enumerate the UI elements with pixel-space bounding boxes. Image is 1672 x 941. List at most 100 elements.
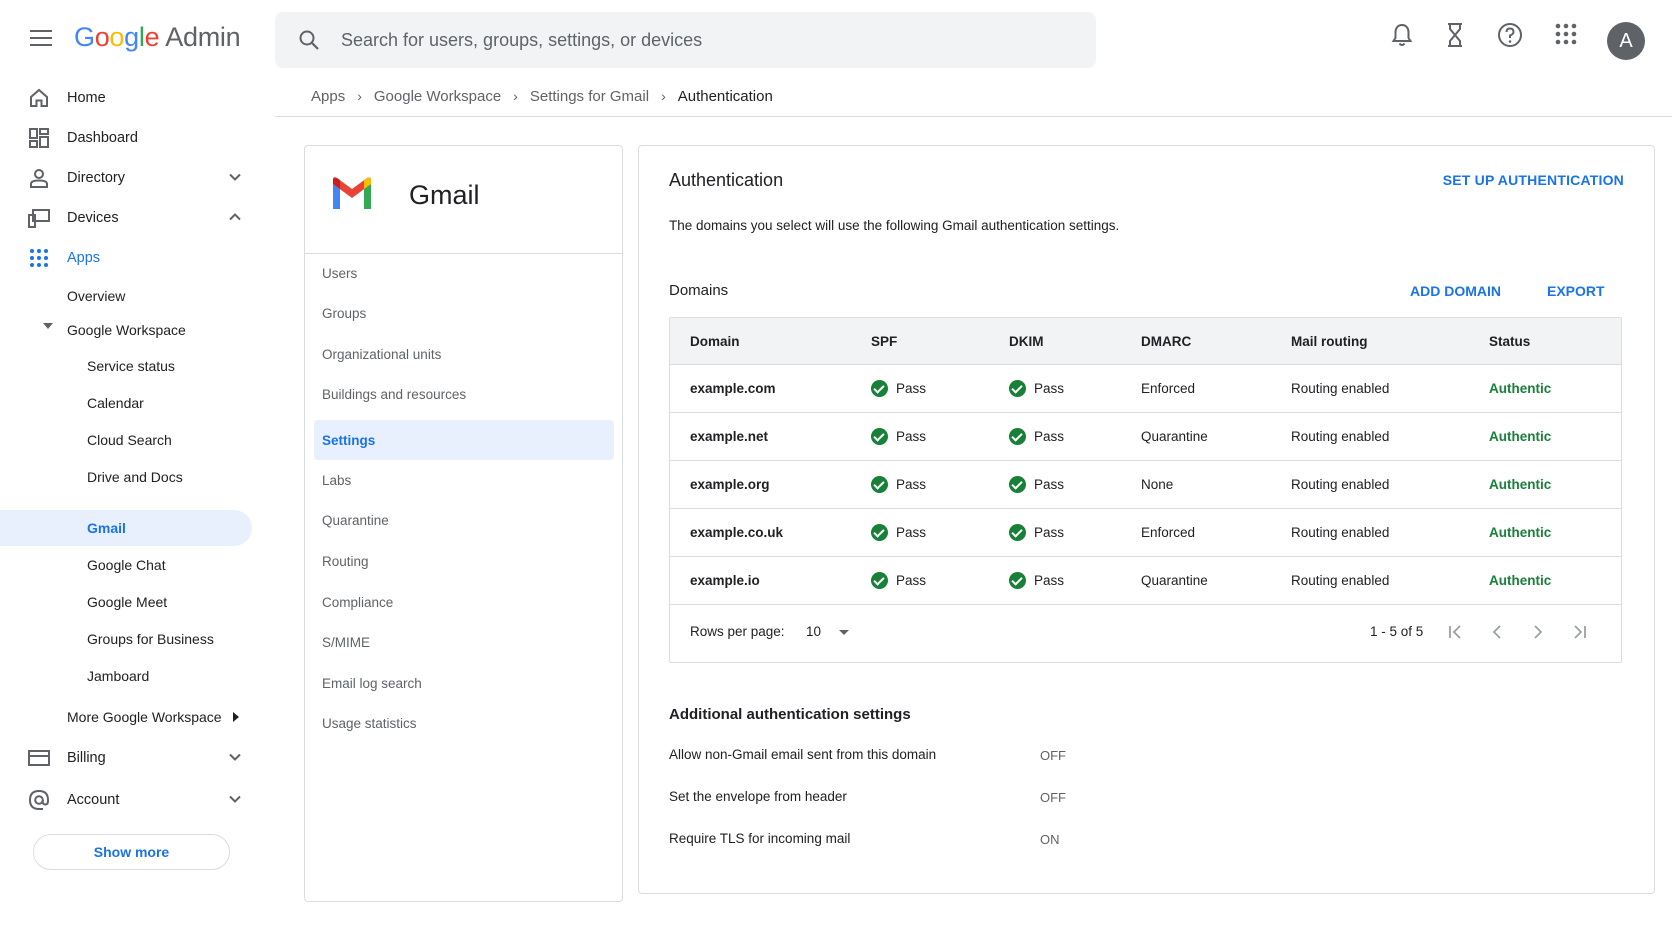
gmail-menu-users[interactable]: Users	[322, 266, 357, 281]
sidebar-item-drive-and-docs[interactable]: Drive and Docs	[87, 459, 183, 495]
sidebar: Home Dashboard Directory Devices Apps Ov…	[0, 80, 260, 941]
column-header-status[interactable]: Status	[1489, 334, 1530, 349]
gmail-menu-quarantine[interactable]: Quarantine	[322, 513, 389, 528]
gmail-menu-smime[interactable]: S/MIME	[322, 635, 370, 650]
cell-domain: example.io	[690, 573, 760, 588]
gmail-menu-buildings[interactable]: Buildings and resources	[322, 387, 466, 402]
column-header-dmarc[interactable]: DMARC	[1141, 334, 1191, 349]
dashboard-icon	[29, 128, 49, 148]
apps-grid-icon[interactable]	[1554, 22, 1578, 46]
sidebar-item-google-workspace[interactable]: Google Workspace	[67, 312, 186, 348]
main-menu-icon[interactable]	[30, 30, 52, 48]
sidebar-item-google-chat[interactable]: Google Chat	[87, 547, 166, 583]
last-page-icon[interactable]	[1569, 621, 1591, 643]
next-page-icon[interactable]	[1527, 621, 1549, 643]
notifications-bell-icon[interactable]	[1390, 22, 1414, 48]
gmail-panel-header: Gmail	[305, 146, 622, 254]
check-circle-icon	[1009, 428, 1026, 445]
sidebar-item-home[interactable]: Home	[0, 80, 252, 116]
table-row[interactable]: example.org Pass Pass None Routing enabl…	[670, 461, 1621, 509]
account-avatar[interactable]: A	[1607, 22, 1645, 60]
show-more-button[interactable]: Show more	[33, 834, 230, 870]
sidebar-item-billing[interactable]: Billing	[0, 740, 252, 776]
person-icon	[30, 169, 48, 188]
help-icon[interactable]	[1497, 22, 1523, 48]
gmail-menu-org-units[interactable]: Organizational units	[322, 347, 441, 362]
breadcrumb: Apps › Google Workspace › Settings for G…	[311, 86, 773, 106]
check-circle-icon	[1009, 380, 1026, 397]
sidebar-item-cloud-search[interactable]: Cloud Search	[87, 422, 172, 458]
breadcrumb-apps[interactable]: Apps	[311, 88, 345, 105]
domains-table: Domain SPF DKIM DMARC Mail routing Statu…	[669, 317, 1622, 663]
sidebar-item-service-status[interactable]: Service status	[87, 348, 175, 384]
gmail-menu-labs[interactable]: Labs	[322, 473, 351, 488]
column-header-spf[interactable]: SPF	[871, 334, 897, 349]
sidebar-item-devices[interactable]: Devices	[0, 200, 252, 236]
sidebar-item-gmail[interactable]: Gmail	[87, 510, 126, 546]
cell-mail-routing: Routing enabled	[1291, 381, 1390, 396]
setting-value-allow-non-gmail[interactable]: OFF	[1040, 748, 1066, 763]
cell-status: Authentic	[1489, 429, 1552, 444]
sidebar-item-overview[interactable]: Overview	[67, 278, 125, 314]
sidebar-label-account: Account	[67, 792, 120, 808]
sidebar-item-account[interactable]: Account	[0, 782, 252, 818]
breadcrumb-settings-for-gmail[interactable]: Settings for Gmail	[530, 88, 649, 105]
gmail-menu-email-log-search[interactable]: Email log search	[322, 676, 422, 691]
check-circle-icon	[1009, 476, 1026, 493]
credit-card-icon	[28, 750, 50, 766]
setting-value-require-tls[interactable]: ON	[1040, 832, 1060, 847]
sidebar-item-more-google-workspace[interactable]: More Google Workspace	[67, 699, 222, 735]
cell-status: Authentic	[1489, 477, 1552, 492]
search-input[interactable]	[341, 12, 1061, 68]
table-row[interactable]: example.io Pass Pass Quarantine Routing …	[670, 557, 1621, 605]
first-page-icon[interactable]	[1444, 621, 1466, 643]
check-circle-icon	[871, 476, 888, 493]
previous-page-icon[interactable]	[1486, 621, 1508, 643]
sidebar-item-jamboard[interactable]: Jamboard	[87, 658, 149, 694]
authentication-title: Authentication	[669, 170, 784, 190]
add-domain-button[interactable]: ADD DOMAIN	[1410, 283, 1501, 299]
setting-label-envelope-from: Set the envelope from header	[669, 789, 847, 804]
triangle-down-icon[interactable]	[43, 323, 53, 331]
gmail-menu-groups[interactable]: Groups	[322, 306, 366, 321]
chevron-down-icon[interactable]	[228, 750, 242, 764]
tasks-hourglass-icon[interactable]	[1444, 22, 1466, 48]
chevron-up-icon[interactable]	[228, 210, 242, 224]
sidebar-item-dashboard[interactable]: Dashboard	[0, 120, 252, 156]
triangle-right-icon[interactable]	[233, 712, 241, 722]
sidebar-item-calendar[interactable]: Calendar	[87, 385, 144, 421]
set-up-authentication-button[interactable]: SET UP AUTHENTICATION	[1443, 172, 1624, 188]
column-header-dkim[interactable]: DKIM	[1009, 334, 1044, 349]
rows-per-page-select[interactable]: 10	[806, 624, 821, 639]
dropdown-arrow-icon[interactable]	[839, 630, 849, 635]
column-header-mail-routing[interactable]: Mail routing	[1291, 334, 1368, 349]
sidebar-item-groups-for-business[interactable]: Groups for Business	[87, 621, 214, 657]
search-bar[interactable]	[275, 12, 1096, 68]
table-row[interactable]: example.net Pass Pass Quarantine Routing…	[670, 413, 1621, 461]
gmail-menu-compliance[interactable]: Compliance	[322, 595, 393, 610]
cell-dkim: Pass	[1034, 429, 1065, 444]
gmail-menu-settings[interactable]: Settings	[322, 433, 375, 448]
chevron-down-icon[interactable]	[228, 792, 242, 806]
column-header-domain[interactable]: Domain	[690, 334, 740, 349]
table-row[interactable]: example.co.uk Pass Pass Enforced Routing…	[670, 509, 1621, 557]
gmail-menu-routing[interactable]: Routing	[322, 554, 369, 569]
cell-dmarc: Quarantine	[1141, 573, 1208, 588]
export-button[interactable]: EXPORT	[1547, 283, 1605, 299]
domains-title: Domains	[669, 282, 729, 299]
gmail-menu-usage-statistics[interactable]: Usage statistics	[322, 716, 417, 731]
cell-mail-routing: Routing enabled	[1291, 525, 1390, 540]
setting-value-envelope-from[interactable]: OFF	[1040, 790, 1066, 805]
breadcrumb-google-workspace[interactable]: Google Workspace	[374, 88, 501, 105]
google-admin-logo[interactable]: Google Admin	[74, 22, 241, 53]
table-row[interactable]: example.com Pass Pass Enforced Routing e…	[670, 365, 1621, 413]
logo-google: Google	[74, 22, 160, 52]
sidebar-item-google-meet[interactable]: Google Meet	[87, 584, 167, 620]
chevron-down-icon[interactable]	[228, 170, 242, 184]
sidebar-item-apps[interactable]: Apps	[0, 240, 252, 276]
cell-mail-routing: Routing enabled	[1291, 573, 1390, 588]
cell-dkim: Pass	[1034, 525, 1065, 540]
sidebar-item-directory[interactable]: Directory	[0, 160, 252, 196]
sidebar-label-home: Home	[67, 90, 106, 106]
at-sign-icon	[28, 789, 49, 810]
